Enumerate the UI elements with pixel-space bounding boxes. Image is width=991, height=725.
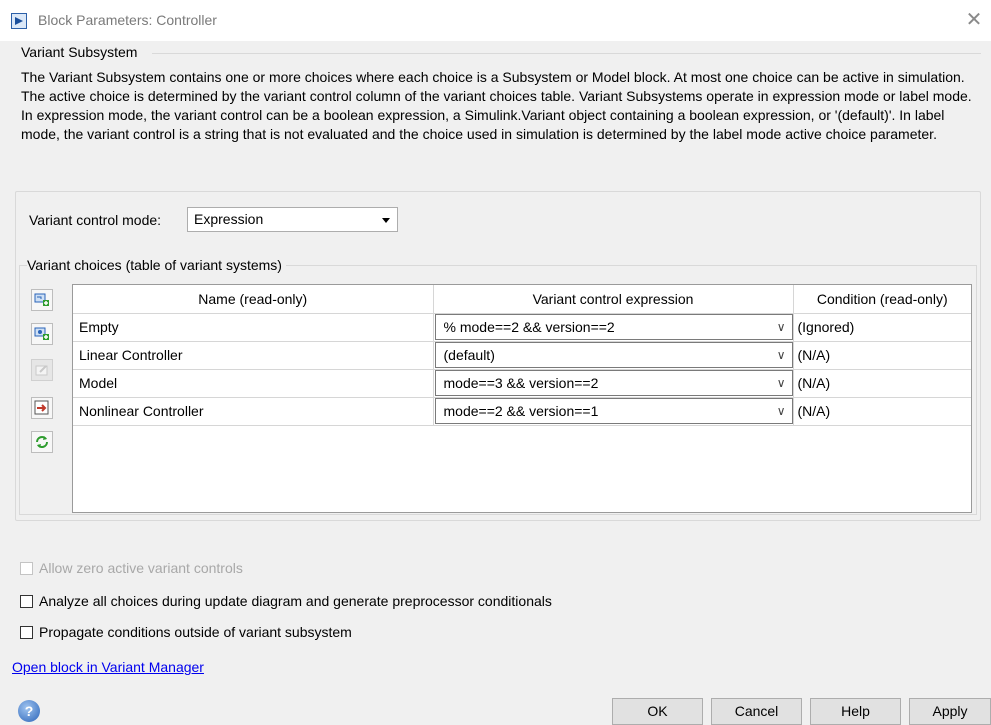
chevron-down-icon: [382, 218, 390, 223]
group-title: Variant Subsystem: [21, 44, 138, 60]
expression-value: mode==3 && version==2: [443, 375, 599, 391]
allow-zero-active-label: Allow zero active variant controls: [39, 560, 243, 576]
help-icon[interactable]: ?: [18, 700, 40, 722]
choice-name[interactable]: Model: [73, 369, 434, 398]
propagate-conditions-checkbox[interactable]: [20, 625, 33, 639]
table-header-row: Name (read-only) Variant control express…: [73, 285, 971, 314]
variant-control-expression-input[interactable]: mode==2 && version==1 ∨: [434, 398, 793, 424]
refresh-button[interactable]: [31, 431, 53, 453]
analyze-all-label[interactable]: Analyze all choices during update diagra…: [39, 593, 552, 609]
window-title: Block Parameters: Controller: [38, 12, 217, 28]
expression-value: (default): [443, 347, 495, 363]
title-bar: Block Parameters: Controller ✕: [0, 0, 991, 41]
chevron-down-icon[interactable]: ∨: [777, 404, 786, 418]
edit-choice-button: [31, 359, 53, 381]
expression-value: % mode==2 && version==2: [443, 319, 615, 335]
close-icon[interactable]: ✕: [962, 8, 986, 32]
variant-control-expression-input[interactable]: (default) ∨: [434, 342, 793, 368]
choice-name[interactable]: Nonlinear Controller: [73, 397, 434, 426]
column-header-name[interactable]: Name (read-only): [73, 285, 434, 314]
edit-choice-icon: [35, 365, 48, 376]
table-row[interactable]: Empty % mode==2 && version==2 ∨ (Ignored): [73, 313, 971, 342]
description-text: The Variant Subsystem contains one or mo…: [21, 69, 972, 142]
cancel-button[interactable]: Cancel: [711, 698, 802, 725]
choice-condition: (N/A): [793, 397, 971, 426]
expression-value: mode==2 && version==1: [443, 403, 599, 419]
refresh-icon: [36, 436, 48, 448]
table-row[interactable]: Linear Controller (default) ∨ (N/A): [73, 341, 971, 370]
propagate-conditions-checkbox-row[interactable]: Propagate conditions outside of variant …: [20, 624, 352, 640]
mode-label: Variant control mode:: [29, 212, 162, 228]
add-model-choice-icon: [34, 327, 49, 340]
variant-choices-table: Name (read-only) Variant control express…: [72, 284, 972, 513]
variant-choices-label: Variant choices (table of variant system…: [27, 257, 286, 273]
allow-zero-active-checkbox: [20, 561, 33, 575]
variant-control-expression-input[interactable]: mode==3 && version==2 ∨: [434, 370, 793, 396]
choice-condition: (Ignored): [793, 313, 971, 342]
open-variant-manager-link[interactable]: Open block in Variant Manager: [12, 659, 204, 675]
table-row[interactable]: Nonlinear Controller mode==2 && version=…: [73, 397, 971, 426]
add-model-choice-button[interactable]: [31, 323, 53, 345]
simulink-block-icon: [11, 13, 27, 29]
add-subsystem-choice-icon: [34, 293, 49, 306]
analyze-all-checkbox-row[interactable]: Analyze all choices during update diagra…: [20, 593, 552, 609]
group-divider: [152, 53, 981, 54]
variant-control-expression-input[interactable]: % mode==2 && version==2 ∨: [434, 314, 793, 340]
column-header-condition[interactable]: Condition (read-only): [793, 285, 971, 314]
choice-condition: (N/A): [793, 369, 971, 398]
analyze-all-checkbox[interactable]: [20, 594, 33, 608]
ok-button[interactable]: OK: [612, 698, 703, 725]
help-button[interactable]: Help: [810, 698, 901, 725]
choice-name[interactable]: Linear Controller: [73, 341, 434, 370]
open-block-icon: [34, 400, 49, 415]
variant-control-mode-select[interactable]: Expression: [187, 207, 398, 232]
allow-zero-active-checkbox-row: Allow zero active variant controls: [20, 560, 243, 576]
propagate-conditions-label[interactable]: Propagate conditions outside of variant …: [39, 624, 352, 640]
choice-condition: (N/A): [793, 341, 971, 370]
chevron-down-icon[interactable]: ∨: [777, 320, 786, 334]
choice-name[interactable]: Empty: [73, 313, 434, 342]
table-row[interactable]: Model mode==3 && version==2 ∨ (N/A): [73, 369, 971, 398]
column-header-expression[interactable]: Variant control expression: [433, 285, 794, 314]
chevron-down-icon[interactable]: ∨: [777, 348, 786, 362]
open-block-button[interactable]: [31, 397, 53, 419]
apply-button[interactable]: Apply: [909, 698, 991, 725]
mode-select-value: Expression: [194, 211, 264, 227]
chevron-down-icon[interactable]: ∨: [777, 376, 786, 390]
add-subsystem-choice-button[interactable]: [31, 289, 53, 311]
